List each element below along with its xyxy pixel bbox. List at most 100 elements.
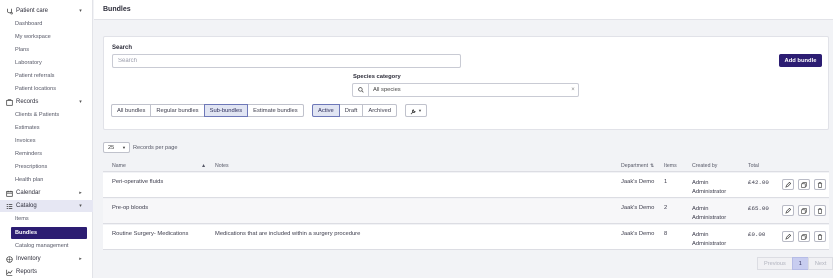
tab-active[interactable]: Active [312,104,340,117]
sidebar-item-patient-locations[interactable]: Patient locations [0,83,93,95]
species-category-label: Species category [353,74,401,80]
tab-archived[interactable]: Archived [362,104,397,117]
bundle-status-tabs: Active Draft Archived [312,104,397,117]
table-header: Name ▲ Notes Department ⇅ Items Created … [103,159,829,172]
column-header-name[interactable]: Name [112,163,126,169]
bundle-items-count: 1 [664,179,668,185]
tools-dropdown-button[interactable]: ▼ [405,104,427,117]
bundle-items-count: 8 [664,231,668,237]
chevron-right-icon: ▸ [79,256,82,262]
trash-icon [817,207,823,214]
chevron-right-icon: ▸ [79,190,82,196]
wrench-icon [410,103,416,118]
sidebar-item-items[interactable]: Items [0,213,93,225]
caret-down-icon: ▼ [418,108,422,113]
bundle-department: Jaak's Demo [621,179,655,185]
bundle-total: £0.00 [748,231,766,238]
column-header-created-by: Created by [692,163,718,169]
bundle-type-tabs: All bundles Regular bundles Sub-bundles … [111,104,304,117]
edit-button[interactable] [782,231,794,242]
table-row[interactable]: Routine Surgery- Medications Medications… [103,225,829,250]
species-category-value: All species [373,87,401,93]
search-input[interactable] [112,54,461,68]
copy-icon [801,233,807,240]
records-per-page-label: Records per page [133,145,178,151]
trash-icon [817,233,823,240]
stethoscope-icon [5,7,13,15]
next-page-button[interactable]: Next [807,257,833,270]
caret-down-icon: ▼ [122,145,126,150]
add-bundle-button[interactable]: Add bundle [779,54,822,67]
chevron-down-icon: ▾ [79,99,82,105]
sidebar-item-estimates[interactable]: Estimates [0,122,93,134]
species-category-select[interactable]: All species × [352,83,579,97]
table-row[interactable]: Pre-op bloods Jaak's Demo 2 Admin Admini… [103,199,829,224]
sidebar-section-calendar[interactable]: Calendar ▸ [0,187,93,199]
records-per-page-value: 25 [108,144,115,151]
pencil-icon [785,207,791,214]
sidebar-section-catalog[interactable]: Catalog ▾ [0,200,93,212]
trash-icon [817,181,823,188]
sidebar-section-label: Inventory [16,256,41,262]
copy-icon [801,181,807,188]
bundle-name: Pre-op bloods [112,205,149,211]
bundle-items-count: 2 [664,205,668,211]
inventory-icon [5,255,13,263]
sidebar-item-health-plan[interactable]: Health plan [0,174,93,186]
tab-estimate-bundles[interactable]: Estimate bundles [247,104,304,117]
delete-button[interactable] [814,231,826,242]
edit-button[interactable] [782,205,794,216]
sidebar-section-label: Catalog [16,203,37,209]
bundle-total: £42.00 [748,179,769,186]
column-header-notes: Notes [215,163,229,169]
page-1-button[interactable]: 1 [791,257,809,270]
chevron-down-icon: ▾ [79,203,82,209]
sidebar-section-label: Reports [16,269,38,275]
sidebar: Patient care ▾ Dashboard My workspace Pl… [0,0,93,278]
sidebar-section-reports[interactable]: Reports [0,266,93,278]
tab-sub-bundles[interactable]: Sub-bundles [203,104,249,117]
sidebar-item-laboratory[interactable]: Laboratory [0,57,93,69]
sidebar-item-patient-referrals[interactable]: Patient referrals [0,70,93,82]
duplicate-button[interactable] [798,179,810,190]
sidebar-section-label: Patient care [16,8,49,14]
records-per-page-select[interactable]: 25 ▼ [103,142,130,153]
sidebar-section-inventory[interactable]: Inventory ▸ [0,253,93,265]
column-header-department[interactable]: Department [621,163,648,169]
tab-regular-bundles[interactable]: Regular bundles [150,104,205,117]
sidebar-item-dashboard[interactable]: Dashboard [0,18,93,30]
sidebar-item-prescriptions[interactable]: Prescriptions [0,161,93,173]
bundle-name: Routine Surgery- Medications [112,231,189,237]
sidebar-item-invoices[interactable]: Invoices [0,135,93,147]
edit-button[interactable] [782,179,794,190]
bundle-total: £65.00 [748,205,769,212]
sidebar-section-records[interactable]: Records ▾ [0,96,93,108]
tab-draft[interactable]: Draft [338,104,364,117]
sidebar-item-bundles[interactable]: Bundles [11,227,87,239]
duplicate-button[interactable] [798,205,810,216]
sidebar-item-plans[interactable]: Plans [0,44,93,56]
delete-button[interactable] [814,179,826,190]
sidebar-item-my-workspace[interactable]: My workspace [0,31,93,43]
sidebar-item-reminders[interactable]: Reminders [0,148,93,160]
calendar-icon [5,189,13,197]
tab-all-bundles[interactable]: All bundles [111,104,152,117]
sidebar-item-clients-patients[interactable]: Clients & Patients [0,109,93,121]
sidebar-item-catalog-management[interactable]: Catalog management [0,240,93,252]
sort-icon[interactable]: ⇅ [650,163,654,169]
bundle-notes: Medications that are included within a s… [215,231,361,237]
pencil-icon [785,181,791,188]
bundle-created-by: Admin Administrator [692,206,727,221]
clear-icon[interactable]: × [568,87,578,93]
sidebar-section-label: Records [16,99,39,105]
copy-icon [801,207,807,214]
sort-asc-icon[interactable]: ▲ [201,163,206,169]
duplicate-button[interactable] [798,231,810,242]
previous-page-button[interactable]: Previous [757,257,793,270]
table-row[interactable]: Peri-operative fluids Jaak's Demo 1 Admi… [103,173,829,198]
delete-button[interactable] [814,205,826,216]
sidebar-section-patient-care[interactable]: Patient care ▾ [0,5,93,17]
bundle-created-by: Admin Administrator [692,180,727,195]
bundle-department: Jaak's Demo [621,205,655,211]
search-label: Search [112,45,133,51]
